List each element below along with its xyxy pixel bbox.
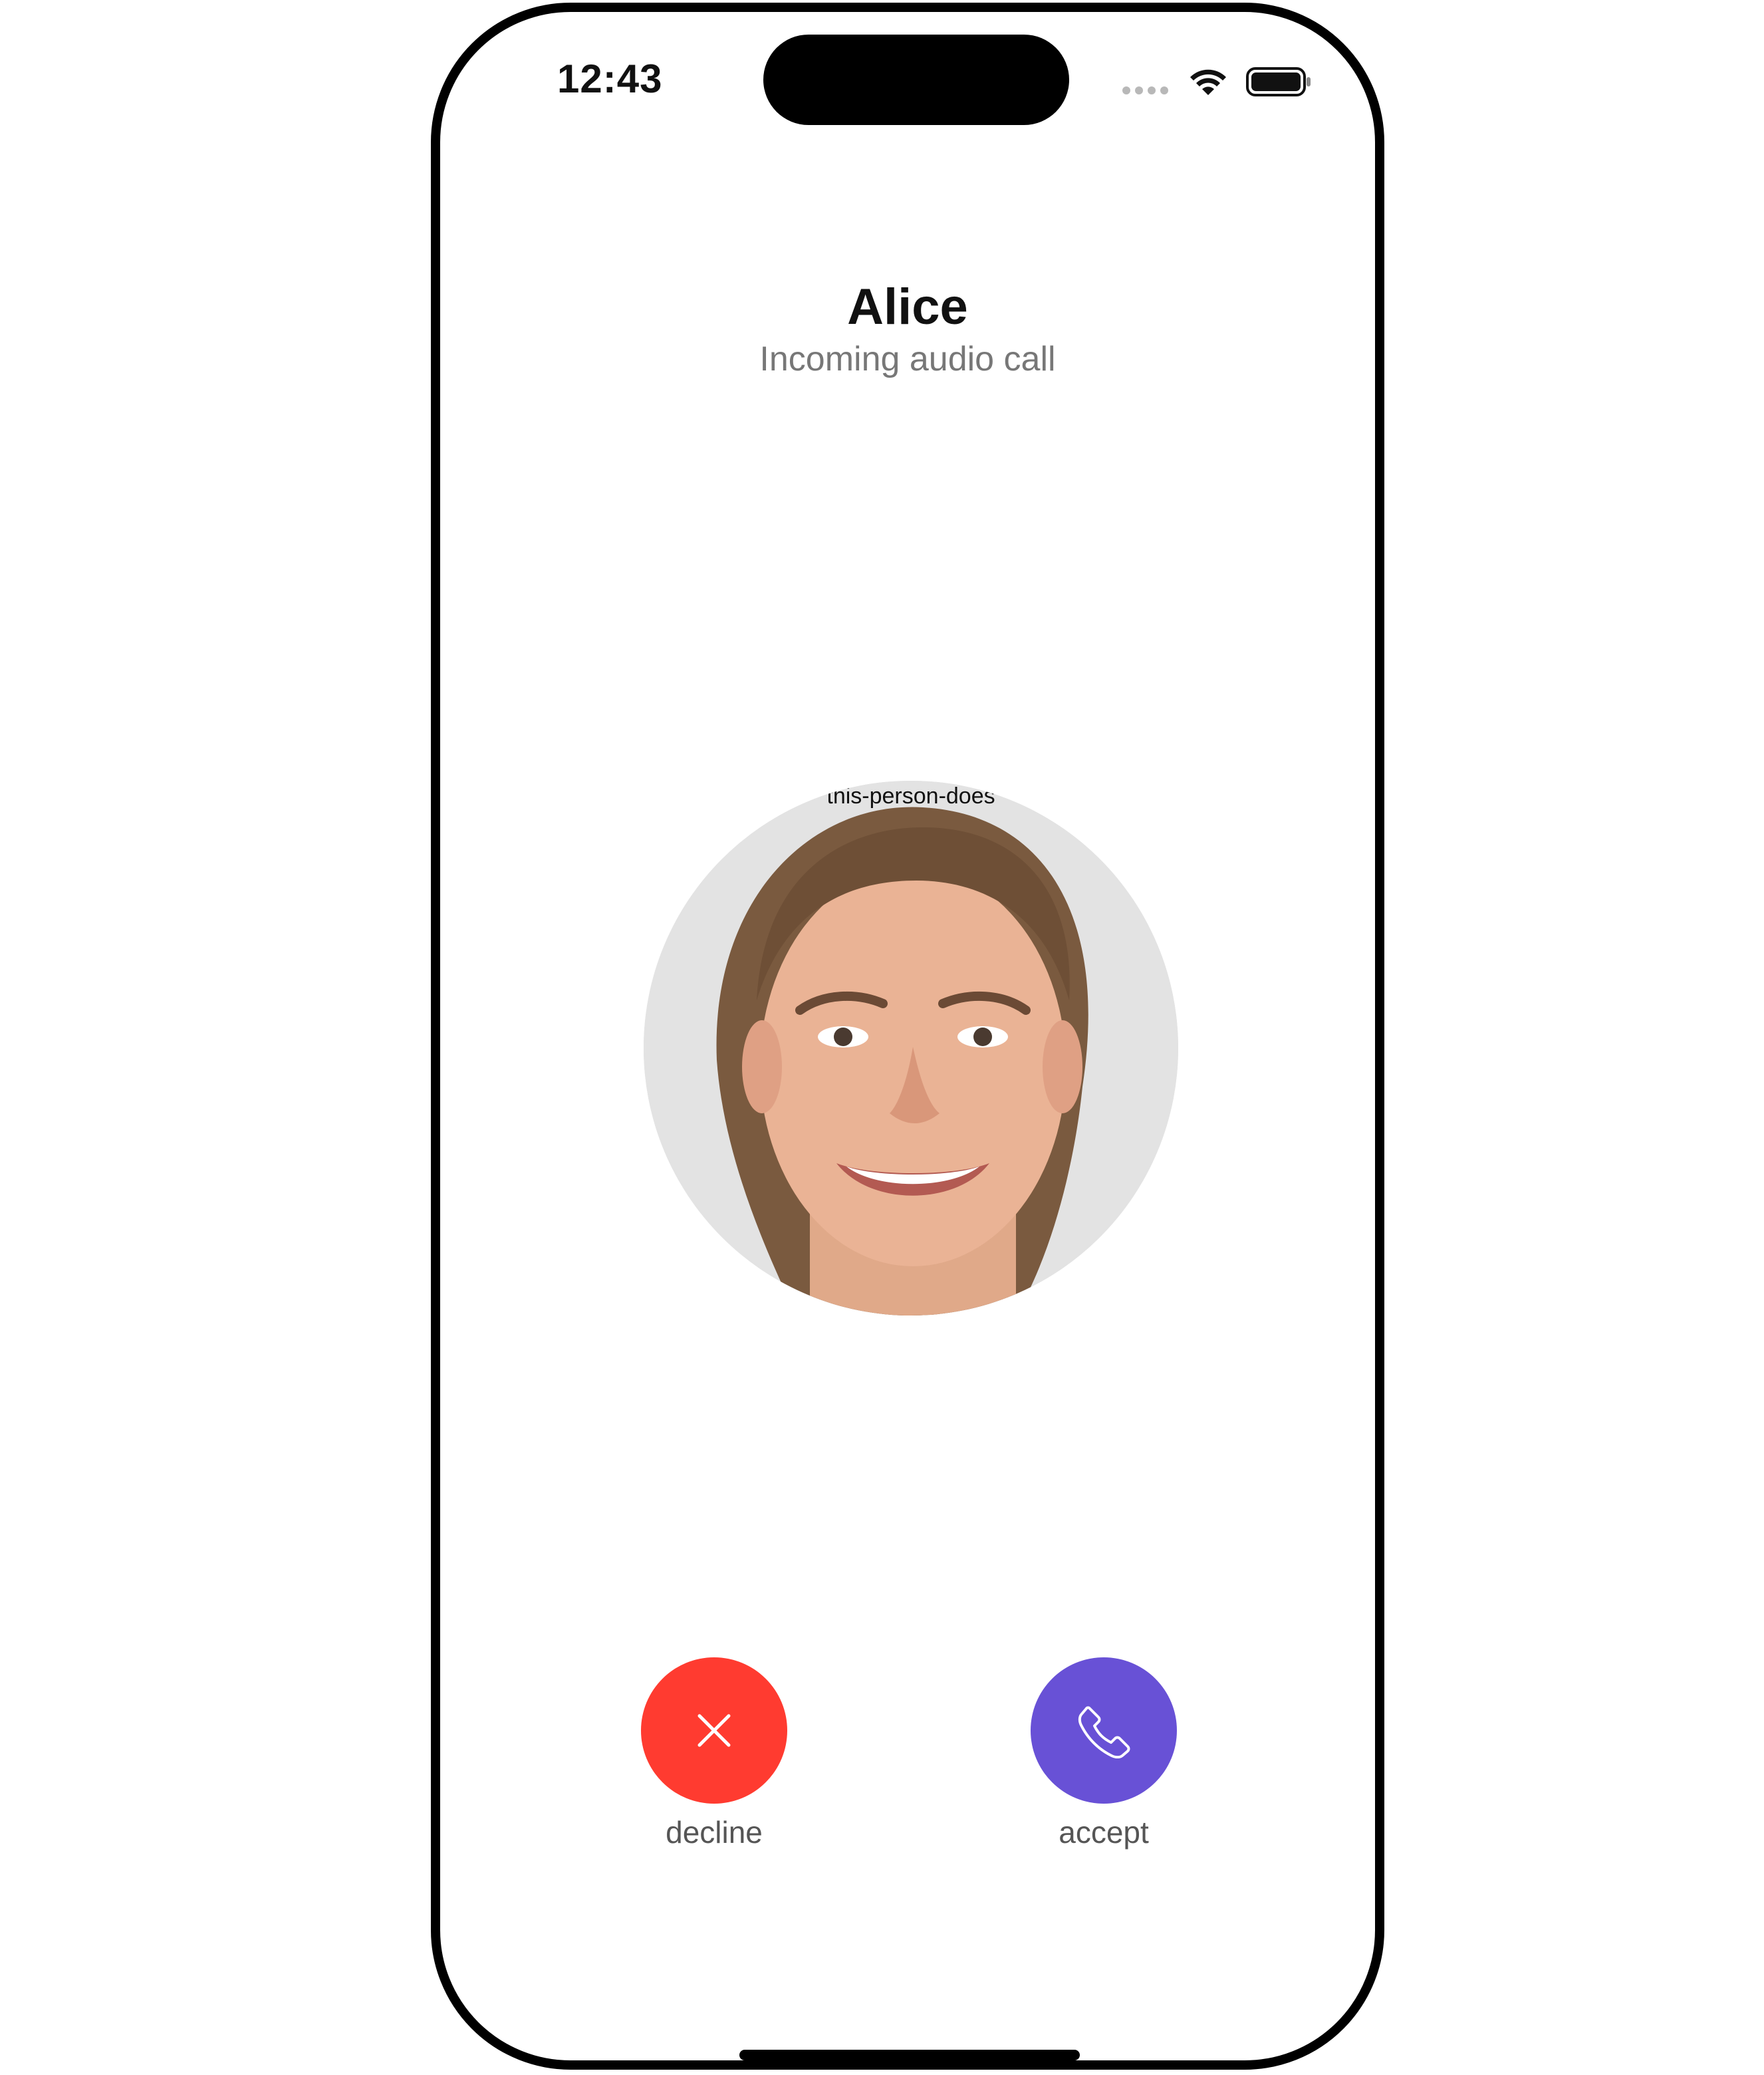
close-icon: [697, 1714, 731, 1747]
phone-frame: 12:43 Alice Incoming audio call this-per…: [431, 3, 1384, 2070]
accept-label: accept: [1059, 1815, 1149, 1850]
caller-name: Alice: [847, 279, 968, 335]
cellular-dots-icon: [1122, 86, 1168, 94]
avatar-caption: this-person-does: [826, 783, 995, 809]
decline-action: decline: [641, 1657, 787, 1850]
status-time: 12:43: [557, 57, 663, 101]
home-indicator[interactable]: [739, 2050, 1080, 2060]
accept-action: accept: [1031, 1657, 1177, 1850]
wifi-icon: [1190, 69, 1226, 95]
dynamic-island: [763, 35, 1069, 125]
phone-icon: [1078, 1706, 1130, 1758]
decline-button[interactable]: [641, 1657, 787, 1804]
caller-avatar: this-person-does: [644, 781, 1178, 1315]
call-status: Incoming audio call: [759, 340, 1056, 378]
accept-button[interactable]: [1031, 1657, 1177, 1804]
decline-label: decline: [666, 1815, 763, 1850]
avatar-photo: [644, 781, 1178, 1315]
battery-icon: [1246, 67, 1311, 96]
